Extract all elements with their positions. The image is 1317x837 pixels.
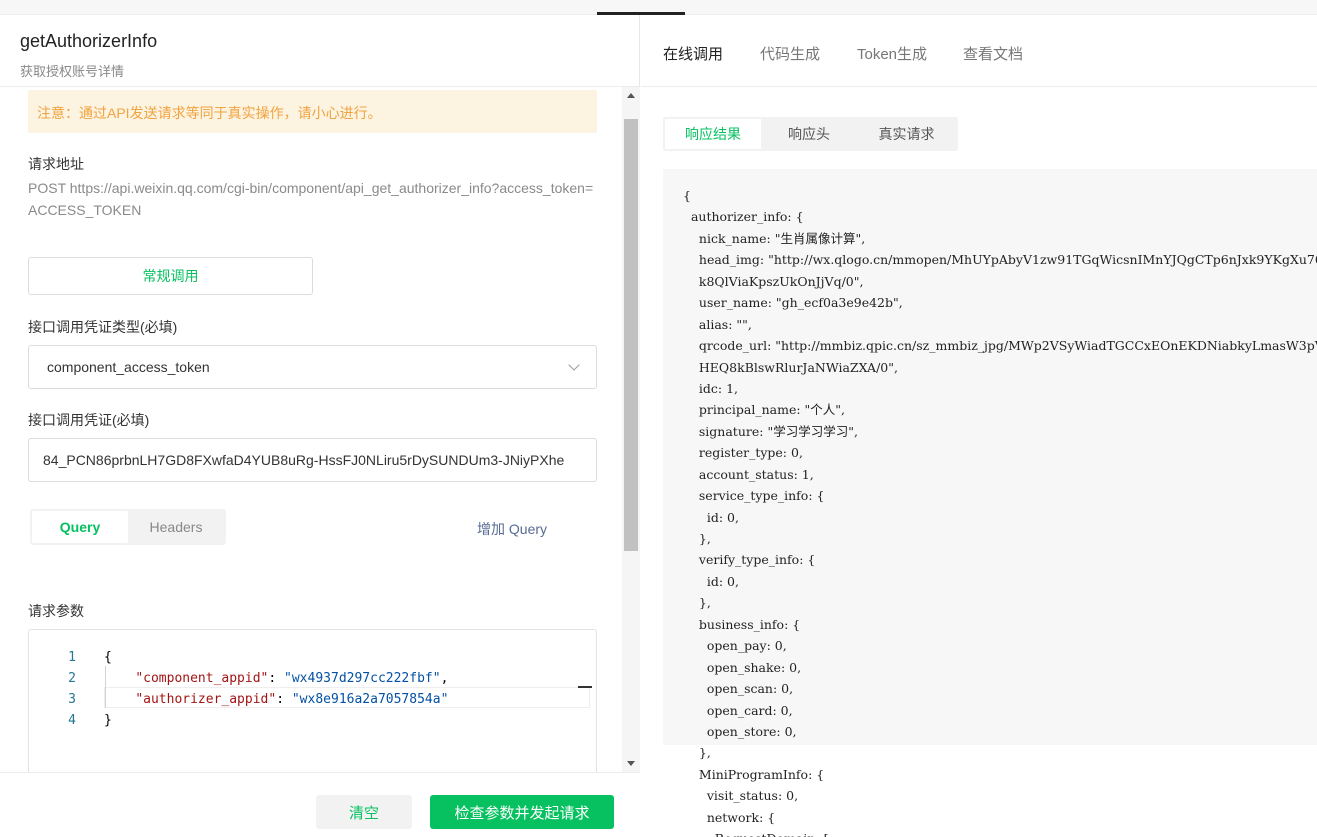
params-code-editor[interactable]: 1 { 2 "component_appid": "wx4937d297cc22… [28, 629, 597, 772]
response-line: signature: "学习学习学习", [683, 423, 858, 439]
response-line: }, [683, 745, 711, 761]
response-line: id: 0, [683, 509, 739, 525]
scrollbar-thumb[interactable] [624, 119, 638, 551]
chevron-down-icon [568, 359, 580, 371]
request-url-label: 请求地址 [28, 156, 84, 172]
response-line: user_name: "gh_ecf0a3e9e42b", [683, 295, 903, 311]
code-text: "authorizer_appid": "wx8e916a2a7057854a" [135, 692, 449, 707]
json-value: "wx8e916a2a7057854a" [291, 692, 449, 707]
line-number: 1 [68, 650, 76, 665]
response-line: RequestDomain: [ [683, 828, 1317, 837]
add-query-link[interactable]: 增加 Query [477, 519, 547, 539]
response-line: idc: 1, [683, 380, 739, 396]
editor-line: 2 "component_appid": "wx4937d297cc222fbf… [29, 668, 596, 689]
response-line: business_info: { [683, 616, 801, 632]
response-line: principal_name: "个人", [683, 402, 846, 418]
response-line: { [683, 188, 691, 203]
response-line: }, [683, 595, 711, 611]
response-line: open_store: 0, [683, 723, 797, 739]
json-key: "authorizer_appid" [135, 692, 277, 707]
response-line: MiniProgramInfo: { [683, 766, 825, 782]
line-number: 4 [68, 713, 76, 728]
credential-type-select[interactable]: component_access_token [28, 345, 597, 389]
line-number: 2 [68, 671, 76, 686]
response-line: }, [683, 531, 711, 546]
response-line: head_img: "http://wx.qlogo.cn/mmopen/MhU… [683, 252, 1317, 268]
response-line: verify_type_info: { [683, 552, 816, 568]
warning-notice: 注意：通过API发送请求等同于真实操作，请小心进行。 [28, 90, 597, 133]
line-number: 3 [68, 692, 76, 707]
request-url: POST https://api.weixin.qq.com/cgi-bin/c… [28, 180, 594, 218]
response-line: register_type: 0, [683, 445, 803, 461]
top-strip [0, 0, 1317, 15]
response-line: account_status: 1, [683, 466, 814, 482]
response-line: open_scan: 0, [683, 681, 794, 697]
response-json: { authorizer_info: { nick_name: "生肖属像计算"… [683, 185, 1317, 837]
api-title: getAuthorizerInfo [20, 31, 158, 51]
api-subtitle: 获取授权账号详情 [20, 64, 125, 79]
response-line: id: 0, [683, 573, 739, 589]
send-request-button[interactable]: 检查参数并发起请求 [430, 795, 614, 829]
main-tabs: 在线调用 代码生成 Token生成 查看文档 [641, 15, 1317, 87]
response-line: visit_status: 0, [683, 788, 799, 804]
response-line: alias: "", [683, 316, 752, 332]
scroll-up-arrow-icon[interactable] [627, 93, 635, 98]
editor-line: 1 { [29, 647, 596, 668]
clear-button[interactable]: 清空 [316, 795, 412, 829]
tab-code-gen[interactable]: 代码生成 [760, 43, 820, 64]
credential-label: 接口调用凭证(必填) [28, 412, 150, 428]
response-line: HEQ8kBlswRlurJaNWiaZXA/0", [683, 359, 898, 375]
action-footer: 清空 检查参数并发起请求 [0, 772, 640, 837]
tab-online-call[interactable]: 在线调用 [663, 43, 723, 64]
response-line: open_shake: 0, [683, 659, 802, 675]
code-text: } [104, 713, 112, 728]
response-panel: 在线调用 代码生成 Token生成 查看文档 响应结果 响应头 真实请求 { a… [641, 15, 1317, 837]
editor-line: 4 } [29, 710, 596, 731]
subtab-real-request[interactable]: 真实请求 [857, 119, 956, 149]
request-form: 注意：通过API发送请求等同于真实操作，请小心进行。 请求地址 POST htt… [0, 87, 640, 772]
scroll-down-arrow-icon[interactable] [627, 761, 635, 766]
json-value: "wx4937d297cc222fbf" [284, 671, 441, 686]
credential-input[interactable]: 84_PCN86prbnLH7GD8FXwfaD4YUB8uRg-HssFJ0N… [28, 438, 597, 482]
subtab-response-headers[interactable]: 响应头 [761, 119, 857, 149]
response-line: qrcode_url: "http://mmbiz.qpic.cn/sz_mmb… [683, 338, 1317, 354]
tab-view-docs[interactable]: 查看文档 [963, 43, 1023, 64]
response-line: k8QlViaKpszUkOnJjVq/0", [683, 273, 864, 289]
tab-headers[interactable]: Headers [128, 511, 224, 543]
tab-query[interactable]: Query [32, 511, 128, 543]
response-line: open_card: 0, [683, 702, 793, 718]
editor-line: 3 "authorizer_appid": "wx8e916a2a7057854… [29, 689, 596, 710]
form-scrollbar[interactable] [622, 87, 640, 772]
response-line: network: { [683, 809, 776, 825]
param-tabs: Query Headers [30, 509, 226, 545]
request-params-label: 请求参数 [28, 603, 84, 619]
credential-type-value: component_access_token [47, 359, 210, 375]
code-text: { [104, 650, 112, 665]
credential-type-label: 接口调用凭证类型(必填) [28, 319, 178, 335]
response-line: open_pay: 0, [683, 638, 787, 654]
tab-token-gen[interactable]: Token生成 [857, 43, 927, 64]
response-line: authorizer_info: { [683, 209, 804, 225]
response-line: nick_name: "生肖属像计算", [683, 230, 866, 246]
code-text: "component_appid": "wx4937d297cc222fbf", [135, 671, 449, 686]
api-header: getAuthorizerInfo 获取授权账号详情 [0, 15, 640, 87]
json-key: "component_appid" [135, 671, 269, 686]
response-subtabs: 响应结果 响应头 真实请求 [663, 117, 958, 151]
response-line: service_type_info: { [683, 488, 825, 504]
normal-call-button[interactable]: 常规调用 [28, 257, 313, 295]
request-panel: getAuthorizerInfo 获取授权账号详情 注意：通过API发送请求等… [0, 15, 640, 837]
subtab-response-result[interactable]: 响应结果 [665, 119, 761, 149]
